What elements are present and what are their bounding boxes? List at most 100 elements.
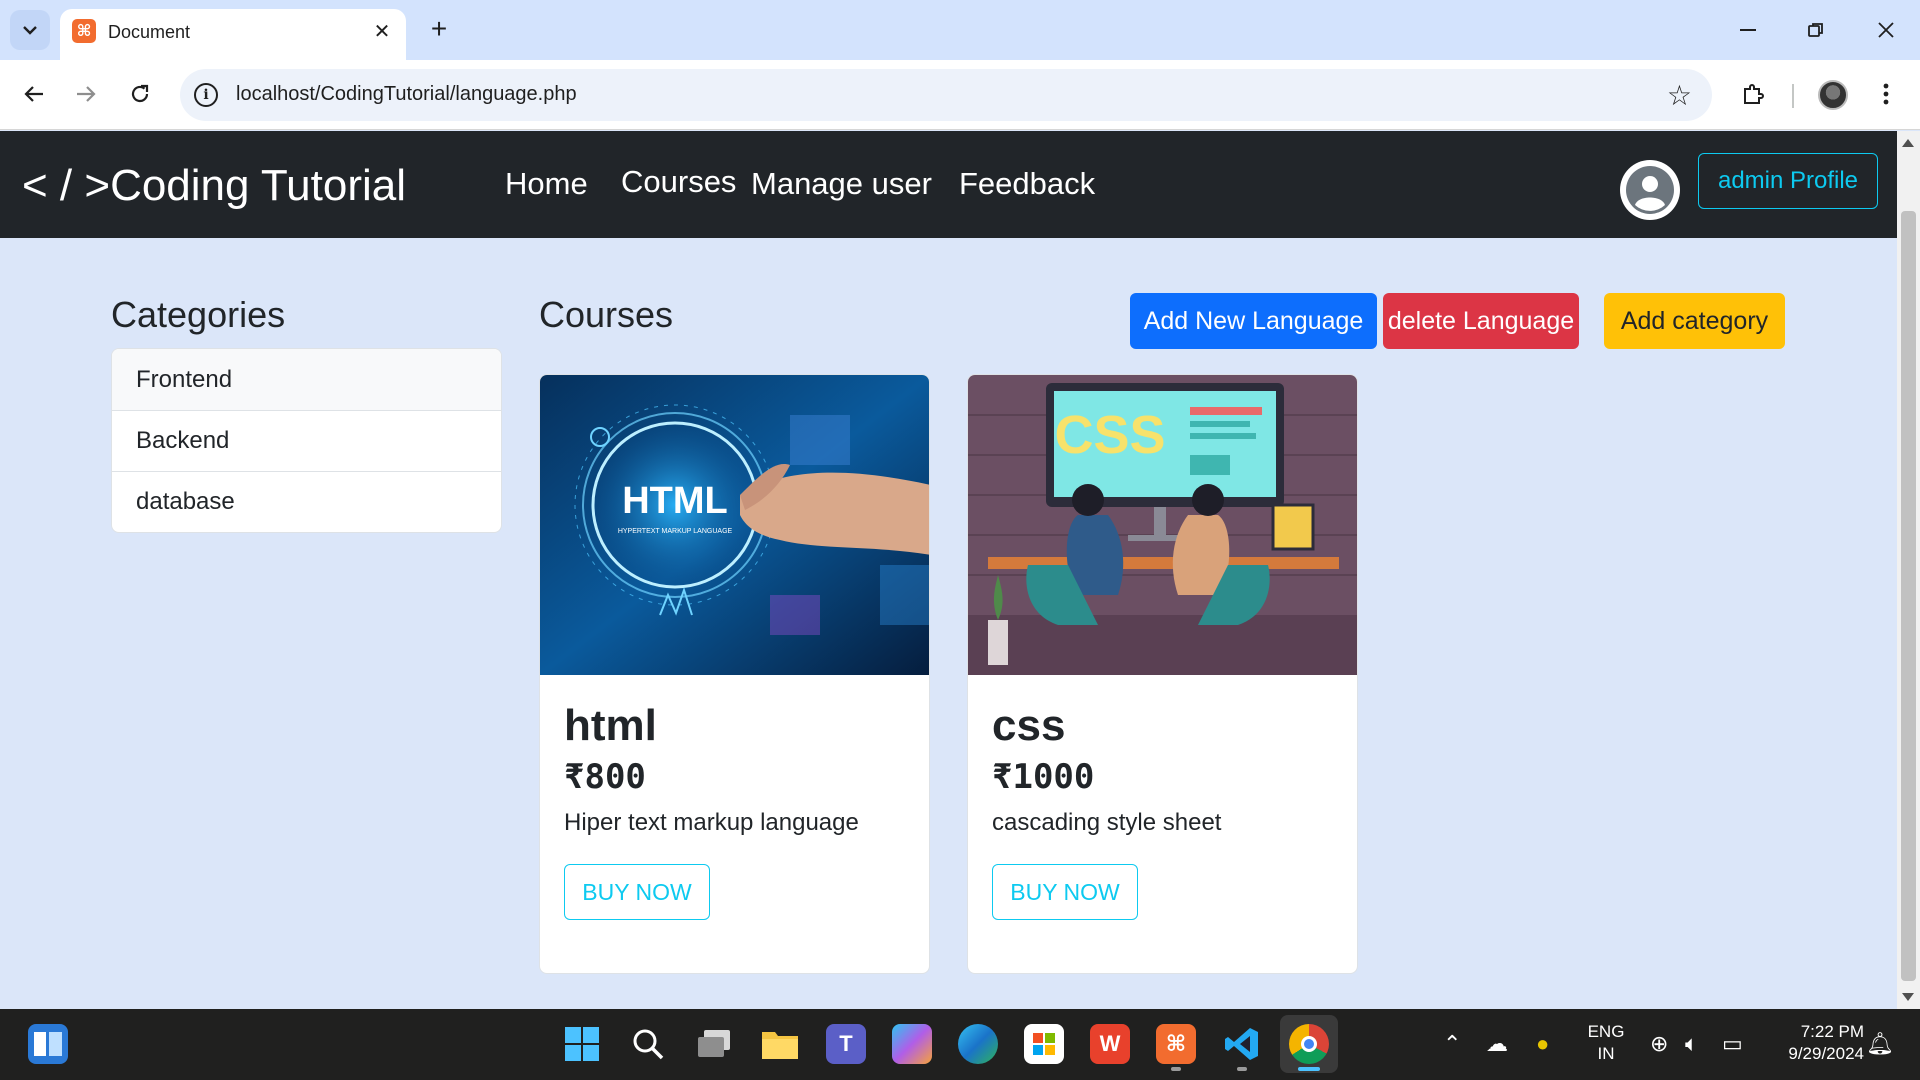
categories-list: Frontend Backend database [111, 348, 502, 533]
tab-title: Document [108, 22, 191, 42]
nav-link-home[interactable]: Home [505, 166, 588, 202]
category-item-database[interactable]: database [112, 471, 501, 532]
arrow-left-icon [24, 86, 43, 102]
vpn-shield-icon[interactable]: ● [1536, 1031, 1549, 1057]
volume-muted-icon[interactable]: 🔈︎ [1685, 1031, 1698, 1057]
bookmark-star-icon[interactable]: ☆ [1667, 79, 1692, 112]
category-item-backend[interactable]: Backend [112, 410, 501, 471]
toolbar-divider [1792, 84, 1794, 108]
battery-icon[interactable]: ▭ [1722, 1031, 1743, 1057]
xampp-favicon-icon: ⌘ [72, 19, 96, 43]
network-globe-icon[interactable]: ⊕ [1650, 1031, 1668, 1057]
categories-heading: Categories [111, 294, 286, 335]
input-language-indicator[interactable]: ENG IN [1580, 1021, 1632, 1065]
arrow-right-icon [77, 86, 96, 102]
courses-heading: Courses [539, 294, 674, 335]
page-scrollbar[interactable] [1897, 131, 1920, 1009]
nav-link-courses[interactable]: Courses [621, 164, 736, 200]
close-window-button[interactable] [1862, 10, 1910, 50]
widgets-icon[interactable] [28, 1024, 68, 1064]
buy-now-button[interactable]: BUY NOW [992, 864, 1138, 920]
html-image-sublabel: HYPERTEXT MARKUP LANGUAGE [618, 528, 733, 535]
task-view-windows-icon [698, 1030, 730, 1057]
restore-button[interactable] [1792, 10, 1840, 50]
forward-button[interactable] [64, 72, 108, 116]
teams-icon[interactable]: T [826, 1024, 866, 1064]
scroll-up-arrow-icon[interactable] [1902, 139, 1914, 147]
reload-icon [131, 84, 149, 103]
clock[interactable]: 7:22 PM 9/29/2024 [1764, 1021, 1864, 1065]
language-code: ENG [1587, 1022, 1625, 1041]
tab-search-button[interactable] [10, 10, 50, 50]
vscode-icon[interactable] [1222, 1024, 1262, 1064]
person-circle-icon [1626, 166, 1674, 214]
active-indicator [1298, 1067, 1320, 1071]
region-code: IN [1597, 1044, 1615, 1063]
xampp-icon[interactable]: ⌘ [1156, 1024, 1196, 1064]
kebab-menu-icon [1883, 83, 1889, 105]
url-text[interactable]: localhost/CodingTutorial/language.php [236, 83, 577, 106]
new-tab-button[interactable]: + [422, 12, 456, 46]
back-button[interactable] [12, 72, 56, 116]
course-card-css: CSS css ₹1000 cascading style sheet BUY … [967, 374, 1358, 974]
folder-icon [762, 1032, 798, 1059]
minimize-button[interactable] [1724, 10, 1772, 50]
chevron-down-icon [23, 26, 37, 35]
scroll-thumb[interactable] [1901, 211, 1916, 981]
clock-date: 9/29/2024 [1788, 1044, 1864, 1063]
course-card-html: HTML HYPERTEXT MARKUP LANGUAGE html ₹800… [539, 374, 930, 974]
task-view-icon[interactable] [694, 1024, 734, 1064]
browser-menu-icon[interactable] [1866, 74, 1906, 114]
css-course-image: CSS [968, 375, 1357, 675]
chrome-icon[interactable] [1289, 1024, 1329, 1064]
admin-profile-button[interactable]: admin Profile [1698, 153, 1878, 209]
close-icon [1878, 22, 1894, 38]
notification-bell-icon[interactable]: 🔔︎ [1866, 1031, 1894, 1057]
minimize-icon [1740, 29, 1756, 31]
running-indicator [1171, 1067, 1181, 1071]
css-image-label: CSS [1054, 405, 1165, 465]
windows-taskbar: T W ⌘ ⌃ ☁ ● ENG IN ⊕ 🔈︎ ▭ 7:22 PM 9/29/2… [0, 1009, 1920, 1080]
restore-icon [1808, 23, 1823, 37]
scroll-down-arrow-icon[interactable] [1902, 993, 1914, 1001]
site-info-icon[interactable]: i [194, 83, 218, 107]
browser-profile-avatar[interactable] [1818, 80, 1848, 110]
course-price: ₹1000 [992, 757, 1095, 797]
nav-link-feedback[interactable]: Feedback [959, 166, 1095, 202]
user-avatar-icon[interactable] [1620, 160, 1680, 220]
add-new-language-button[interactable]: Add New Language [1130, 293, 1377, 349]
start-menu-icon[interactable] [562, 1024, 602, 1064]
show-hidden-icons-chevron-icon[interactable]: ⌃ [1443, 1031, 1461, 1057]
site-navbar: < / >Coding Tutorial Home Courses Manage… [0, 131, 1897, 238]
tab-close-icon[interactable]: ✕ [370, 19, 394, 43]
site-brand[interactable]: < / >Coding Tutorial [22, 161, 406, 211]
address-bar[interactable]: i localhost/CodingTutorial/language.php … [180, 69, 1712, 121]
html-illustration: HTML HYPERTEXT MARKUP LANGUAGE [540, 375, 929, 675]
browser-tab-bar: ⌘ Document ✕ + [0, 0, 1920, 60]
nav-link-manage-user[interactable]: Manage user [751, 166, 932, 202]
course-description: cascading style sheet [992, 809, 1222, 836]
running-indicator [1237, 1067, 1247, 1071]
search-icon[interactable] [628, 1024, 668, 1064]
microsoft-store-icon[interactable] [1024, 1024, 1064, 1064]
browser-tab[interactable]: ⌘ Document ✕ [60, 9, 406, 60]
file-explorer-icon[interactable] [760, 1024, 800, 1064]
course-name: css [992, 701, 1066, 750]
wps-office-icon[interactable]: W [1090, 1024, 1130, 1064]
buy-now-button[interactable]: BUY NOW [564, 864, 710, 920]
add-category-button[interactable]: Add category [1604, 293, 1785, 349]
widgets-board-icon [34, 1032, 62, 1056]
category-item-frontend[interactable]: Frontend [112, 349, 501, 410]
clock-time: 7:22 PM [1800, 1022, 1864, 1041]
chrome-center-icon [1301, 1036, 1317, 1052]
extensions-icon[interactable] [1733, 74, 1773, 114]
reload-button[interactable] [118, 72, 162, 116]
page-viewport: < / >Coding Tutorial Home Courses Manage… [0, 131, 1897, 1009]
course-name: html [564, 701, 657, 750]
vscode-logo-icon [1225, 1028, 1258, 1060]
browser-toolbar: i localhost/CodingTutorial/language.php … [0, 60, 1920, 130]
onedrive-cloud-icon[interactable]: ☁ [1486, 1031, 1508, 1057]
copilot-icon[interactable] [892, 1024, 932, 1064]
delete-language-button[interactable]: delete Language [1383, 293, 1579, 349]
edge-browser-icon[interactable] [958, 1024, 998, 1064]
